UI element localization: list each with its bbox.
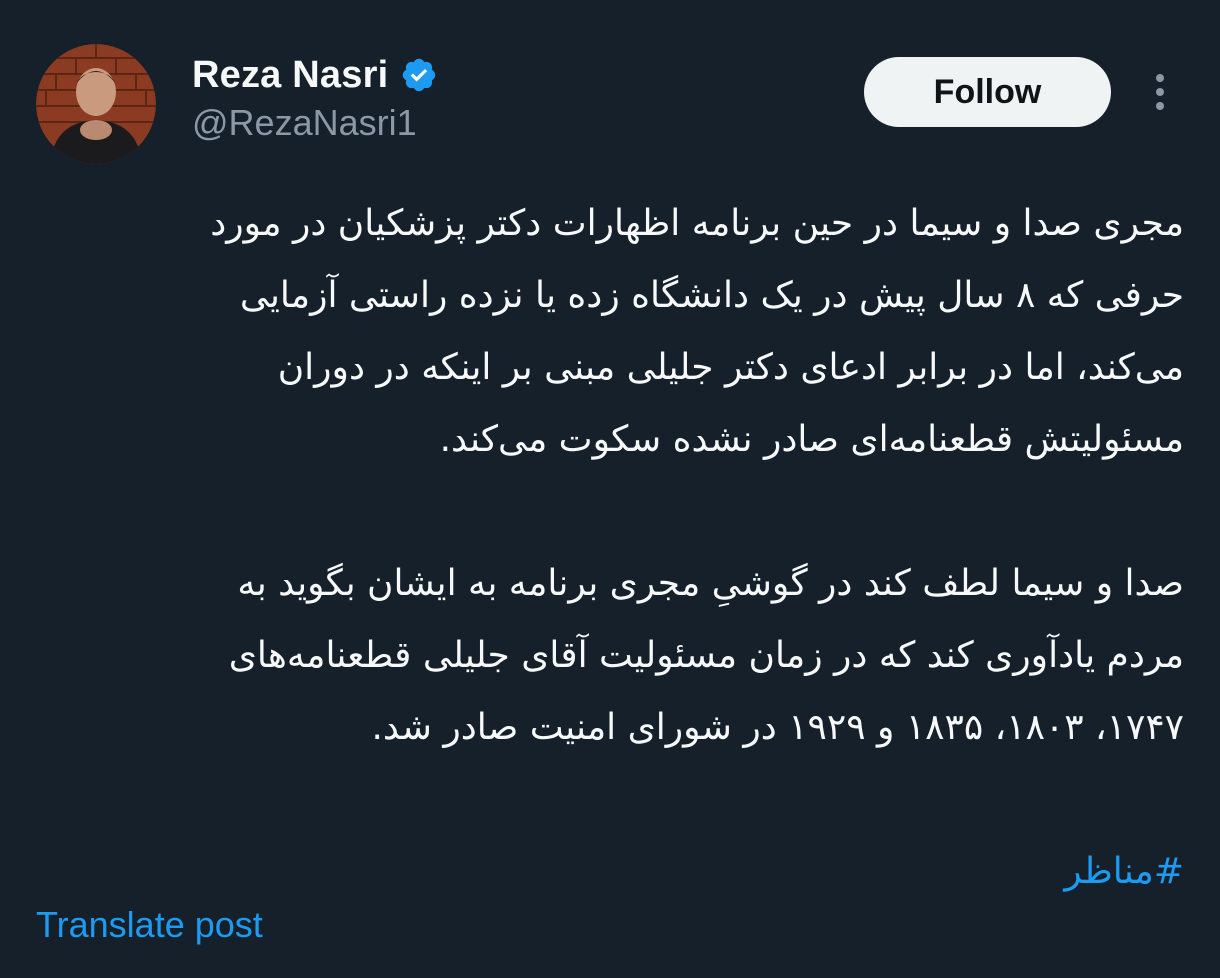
tweet-header: Reza Nasri @RezaNasri1 Follow	[0, 0, 1220, 180]
profile-photo-icon	[36, 44, 156, 164]
tweet-line: ۱۷۴۷، ۱۸۰۳، ۱۸۳۵ و ۱۹۲۹ در شورای امنیت ص…	[371, 707, 1184, 748]
tweet-line: مسئولیتش قطعنامه‌ای صادر نشده سکوت می‌کن…	[439, 419, 1184, 460]
tweet-line: صدا و سیما لطف کند در گوشیِ مجری برنامه …	[237, 563, 1184, 604]
dot	[1156, 74, 1164, 82]
dot	[1156, 88, 1164, 96]
more-dots-vertical-icon[interactable]	[1140, 68, 1180, 116]
dot	[1156, 102, 1164, 110]
author-name-row: Reza Nasri	[192, 50, 438, 100]
hashtag-link[interactable]: #مناظر	[36, 836, 1184, 908]
tweet-line: می‌کند، اما در برابر ادعای دکتر جلیلی مب…	[277, 347, 1184, 388]
tweet-line: حرفی که ۸ سال پیش در یک دانشگاه زده یا ن…	[239, 275, 1184, 316]
avatar[interactable]	[36, 44, 156, 164]
tweet-text: مجری صدا و سیما در حین برنامه اظهارات دک…	[36, 188, 1184, 908]
tweet-line: مجری صدا و سیما در حین برنامه اظهارات دک…	[210, 203, 1184, 244]
translate-post-link[interactable]: Translate post	[36, 904, 263, 946]
author-display-name[interactable]: Reza Nasri	[192, 54, 388, 97]
verified-badge-icon[interactable]	[400, 56, 438, 94]
tweet-line: مردم یادآوری کند که در زمان مسئولیت آقای…	[228, 635, 1184, 676]
author-handle[interactable]: @RezaNasri1	[192, 102, 417, 144]
follow-button[interactable]: Follow	[864, 57, 1111, 127]
